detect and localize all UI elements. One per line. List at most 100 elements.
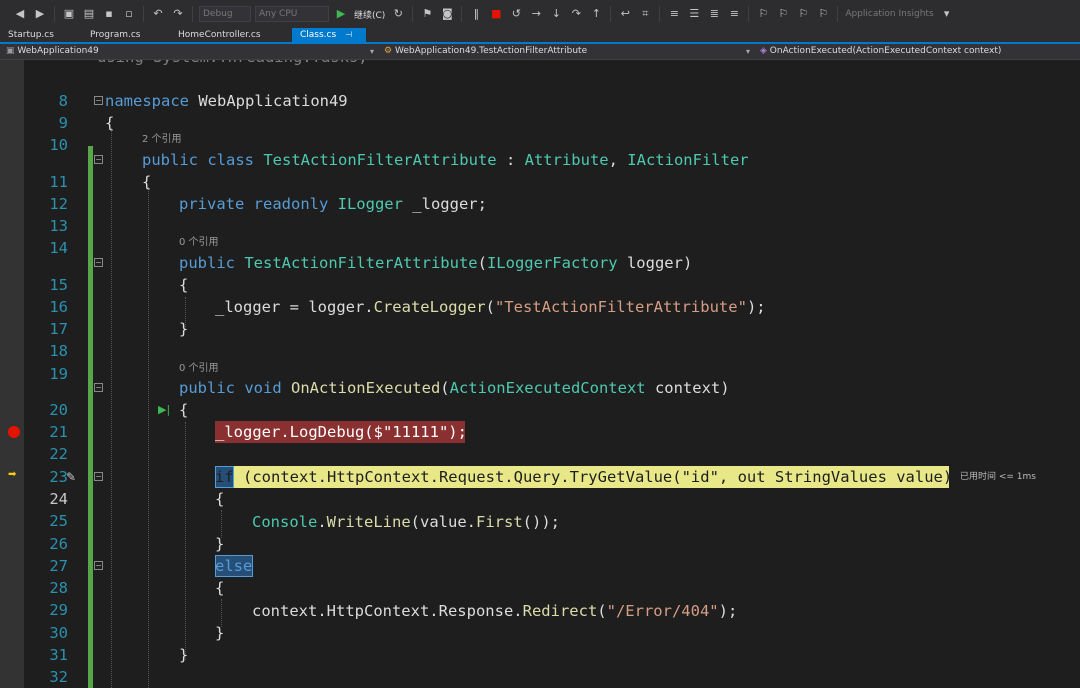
- code-line: 28 − else: [0, 555, 1080, 597]
- tab-label: Program.cs: [90, 30, 141, 40]
- navigation-bar: ▣ WebApplication49 ▾ ⚙ WebApplication49.…: [0, 44, 1080, 60]
- code-text: public class TestActionFilterAttribute :…: [142, 149, 749, 171]
- save-all-icon[interactable]: ▫: [121, 6, 137, 22]
- method-name: OnActionExecuted: [290, 379, 441, 397]
- code-line: 22 _logger.LogDebug($"11111");: [0, 421, 1080, 463]
- toolbar: ◀ ▶ ▣ ▤ ▪ ▫ ↶ ↷ Debug Any CPU ▶ 继续(C) ↻ …: [0, 0, 1080, 28]
- stack-frame-icon[interactable]: ☰: [686, 6, 702, 22]
- configuration-dropdown[interactable]: Debug: [199, 6, 251, 22]
- punctuation: .: [317, 513, 327, 531]
- tab-startup[interactable]: Startup.cs: [0, 28, 82, 44]
- next-bookmark-icon[interactable]: ⚐: [795, 6, 811, 22]
- code-text: using System.Threading.Tasks;: [97, 60, 368, 68]
- code-line: 18 }: [0, 318, 1080, 360]
- collapse-icon[interactable]: −: [94, 258, 103, 267]
- code-text: }: [215, 535, 225, 553]
- threads-icon[interactable]: ≡: [666, 6, 682, 22]
- prev-bookmark-icon[interactable]: ⚐: [775, 6, 791, 22]
- code-text: public void OnActionExecuted(ActionExecu…: [179, 377, 730, 399]
- method-name: WriteLine: [326, 513, 411, 531]
- bookmark-icon[interactable]: ⚐: [755, 6, 771, 22]
- continue-icon[interactable]: ▶: [333, 6, 349, 22]
- tab-program[interactable]: Program.cs: [82, 28, 170, 44]
- string-literal: "TestActionFilterAttribute": [494, 298, 747, 316]
- application-insights-button[interactable]: Application Insights: [845, 9, 933, 19]
- refresh-icon[interactable]: ↻: [390, 6, 406, 22]
- new-project-icon[interactable]: ▣: [61, 6, 77, 22]
- codelens-references[interactable]: 2 个引用: [142, 133, 182, 147]
- keyword-if: if: [215, 468, 234, 486]
- toolbar-divider: [610, 6, 612, 22]
- stop-icon[interactable]: ■: [488, 6, 504, 22]
- navigate-forward-icon[interactable]: ▶: [32, 6, 48, 22]
- type-name: TestActionFilterAttribute: [244, 254, 478, 272]
- condition: (context.HttpContext.Request.Query.TryGe…: [233, 468, 962, 486]
- collapse-icon[interactable]: −: [94, 472, 103, 481]
- tab-label: HomeController.cs: [178, 30, 261, 40]
- step-over-icon[interactable]: ↷: [568, 6, 584, 22]
- code-line: 19: [0, 341, 1080, 383]
- code-line: 27 }: [0, 533, 1080, 575]
- code-line: 26 Console.WriteLine(value.First());: [0, 511, 1080, 553]
- open-folder-icon[interactable]: ▤: [81, 6, 97, 22]
- continue-button[interactable]: 继续(C): [354, 8, 385, 21]
- identifier: _logger;: [402, 195, 487, 213]
- browser-link-icon[interactable]: ⚑: [419, 6, 435, 22]
- collapse-icon[interactable]: −: [94, 96, 103, 105]
- type-name: Console: [252, 513, 318, 531]
- perftip-elapsed-time[interactable]: 已用时间 <= 1ms: [960, 466, 1036, 488]
- comment-icon[interactable]: ≣: [706, 6, 722, 22]
- namespace-name: WebApplication49: [189, 92, 348, 110]
- redo-icon[interactable]: ↷: [170, 6, 186, 22]
- hot-reload-icon[interactable]: ↩: [617, 6, 633, 22]
- punctuation: :: [496, 151, 525, 169]
- edit-icon[interactable]: ✎: [66, 466, 76, 488]
- punctuation: (: [477, 254, 487, 272]
- tab-homecontroller[interactable]: HomeController.cs: [170, 28, 292, 44]
- restart-icon[interactable]: ↺: [508, 6, 524, 22]
- platform-dropdown[interactable]: Any CPU: [255, 6, 329, 22]
- code-line: 25 {: [0, 488, 1080, 530]
- show-next-statement-icon[interactable]: →: [528, 6, 544, 22]
- toolbar-divider: [659, 6, 661, 22]
- member-dropdown[interactable]: ◈ OnActionExecuted(ActionExecutedContext…: [760, 44, 1076, 59]
- navigate-back-icon[interactable]: ◀: [12, 6, 28, 22]
- codelens-references[interactable]: 0 个引用: [179, 236, 219, 250]
- code-text: namespace WebApplication49: [105, 90, 348, 112]
- code-editor[interactable]: ➡ 8 using System.Threading.Tasks; 9 − na…: [0, 60, 1080, 688]
- code-line: 31 }: [0, 622, 1080, 664]
- pause-icon[interactable]: ‖: [468, 6, 484, 22]
- code-text: private readonly ILogger _logger;: [179, 193, 487, 215]
- codelens-references[interactable]: 0 个引用: [179, 362, 219, 376]
- collapse-icon[interactable]: −: [94, 561, 103, 570]
- step-into-icon[interactable]: ↓: [548, 6, 564, 22]
- undo-icon[interactable]: ↶: [150, 6, 166, 22]
- collapse-icon[interactable]: −: [94, 155, 103, 164]
- run-to-cursor-icon[interactable]: ▶|: [158, 399, 170, 421]
- toolbar-divider: [748, 6, 750, 22]
- method-icon: ◈: [760, 46, 767, 56]
- string-literal: "/Error/404": [606, 602, 719, 620]
- project-dropdown[interactable]: ▣ WebApplication49 ▾: [6, 44, 382, 59]
- camera-icon[interactable]: ◙: [439, 6, 455, 22]
- code-line: 11 − public class TestActionFilterAttrib…: [0, 149, 1080, 191]
- chevron-down-icon[interactable]: ▾: [939, 6, 955, 22]
- punctuation: (: [485, 298, 495, 316]
- collapse-icon[interactable]: −: [94, 383, 103, 392]
- code-text: {: [215, 490, 225, 508]
- tab-class[interactable]: Class.cs ⊣ ✕: [292, 28, 366, 53]
- type-dropdown[interactable]: ⚙ WebApplication49.TestActionFilterAttri…: [384, 44, 756, 59]
- save-icon[interactable]: ▪: [101, 6, 117, 22]
- code-line: 16 {: [0, 274, 1080, 316]
- uncomment-icon[interactable]: ≡: [726, 6, 742, 22]
- pin-icon[interactable]: ⊣: [345, 30, 352, 39]
- code-line: 8: [0, 68, 1080, 110]
- code-line: 13 private readonly ILogger _logger;: [0, 193, 1080, 235]
- clear-bookmarks-icon[interactable]: ⚐: [815, 6, 831, 22]
- code-line: 9 − namespace WebApplication49: [0, 90, 1080, 132]
- code-line: 15 − public TestActionFilterAttribute(IL…: [0, 252, 1080, 294]
- hex-display-icon[interactable]: ⌗: [637, 6, 653, 22]
- step-out-icon[interactable]: ↑: [588, 6, 604, 22]
- code-line: 14: [0, 215, 1080, 257]
- type-name: ILogger: [337, 195, 403, 213]
